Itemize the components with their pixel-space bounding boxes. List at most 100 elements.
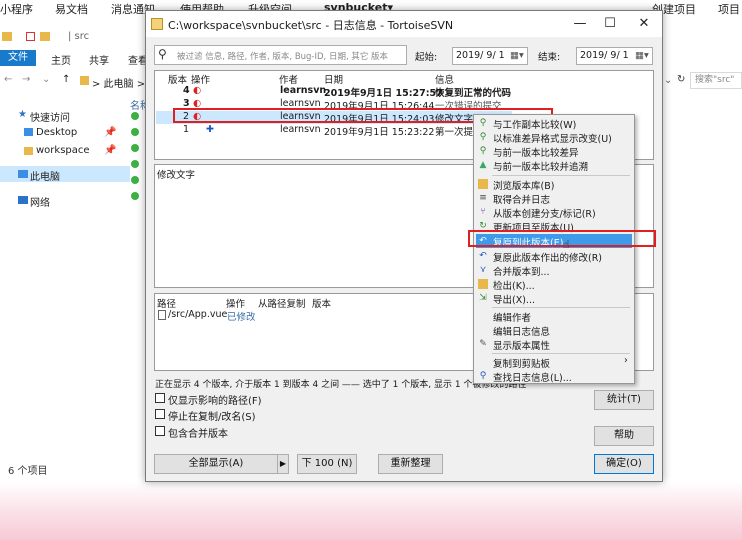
nav-quick-access[interactable]: 快速访问 xyxy=(30,109,70,124)
refresh-button[interactable]: 重新整理 xyxy=(378,454,443,474)
menu-compare-working-copy[interactable]: ⚲ 与工作副本比较(W) xyxy=(476,116,632,131)
svn-ok-icon xyxy=(131,128,139,136)
ribbon-tab-share[interactable]: 共享 xyxy=(89,52,109,67)
menu-copy-to-clipboard[interactable]: 复制到剪贴板 › xyxy=(476,355,632,370)
dialog-title: C:\workspace\svnbucket\src - 日志信息 - Tort… xyxy=(168,19,454,32)
explorer-path-hint: | src xyxy=(68,31,90,42)
export-icon: ⇲ xyxy=(479,293,487,303)
revision-number: 1 xyxy=(183,124,190,135)
repo-browser-icon xyxy=(478,179,488,189)
nav-workspace[interactable]: workspace xyxy=(36,145,90,156)
menu-separator xyxy=(492,175,630,176)
filter-input[interactable]: ⚲ 被过滤 信息, 路径, 作者, 版本, Bug-ID, 日期, 其它 版本 xyxy=(154,45,407,65)
col-header-path-action[interactable]: 操作 xyxy=(226,296,245,310)
revision-date: 2019年9月1日 15:27:57 xyxy=(324,88,443,99)
menu-show-unified-diff[interactable]: ⚲ 以标准差异格式显示改变(U) xyxy=(476,130,632,145)
from-date-picker[interactable]: 2019/ 9/ 1 ▦▾ xyxy=(452,47,528,65)
explorer-nav-pane: ★ 快速访问 Desktop 📌 workspace 📌 此电脑 网络 xyxy=(0,108,145,209)
menu-create-branch[interactable]: ⑂ 从版本创建分支/标记(R) xyxy=(476,205,632,220)
desktop-icon xyxy=(24,128,33,136)
properties-icon: ✎ xyxy=(479,339,487,349)
chevron-down-icon[interactable]: ⌄ xyxy=(42,74,50,85)
mini-program-link[interactable]: 小程序 xyxy=(0,1,33,17)
changed-action: 已修改 xyxy=(227,312,256,323)
nav-network[interactable]: 网络 xyxy=(30,194,50,209)
file-icon xyxy=(158,310,166,320)
network-icon xyxy=(18,196,28,204)
chevron-down-icon[interactable]: ⌄ xyxy=(664,75,672,86)
svn-ok-icon xyxy=(131,176,139,184)
col-header-date[interactable]: 日期 xyxy=(324,72,343,86)
svn-ok-icon xyxy=(131,160,139,168)
maximize-button[interactable]: ☐ xyxy=(596,13,624,35)
col-header-author[interactable]: 作者 xyxy=(279,72,298,86)
search-icon: ⚲ xyxy=(479,371,487,381)
forward-arrow-icon[interactable]: → xyxy=(22,74,30,85)
to-date-picker[interactable]: 2019/ 9/ 1 ▦▾ xyxy=(576,47,653,65)
ribbon-tab-file[interactable]: 文件 xyxy=(0,50,36,66)
menu-search-log[interactable]: ⚲ 查找日志信息(L)... xyxy=(476,369,632,384)
minimize-button[interactable]: — xyxy=(566,13,594,35)
statistics-button[interactable]: 统计(T) xyxy=(594,390,654,410)
revision-message: 恢复到正常的代码 xyxy=(435,88,512,99)
menu-revert-changes[interactable]: ↶ 复原此版本作出的修改(R) xyxy=(476,249,632,264)
menu-edit-author[interactable]: 编辑作者 xyxy=(476,309,632,324)
to-label: 结束: xyxy=(538,52,561,63)
menu-checkout[interactable]: 检出(K)... xyxy=(476,277,632,292)
include-merged-checkbox[interactable] xyxy=(155,426,165,436)
col-header-action[interactable]: 操作 xyxy=(191,72,210,86)
menu-export[interactable]: ⇲ 导出(X)... xyxy=(476,291,632,306)
menu-merge-revision[interactable]: ⋎ 合并版本到... xyxy=(476,263,632,278)
show-all-dropdown-button[interactable]: ▶ xyxy=(277,454,289,474)
nav-this-pc[interactable]: 此电脑 xyxy=(30,168,60,183)
col-header-message[interactable]: 信息 xyxy=(435,72,454,86)
explorer-search-input[interactable]: 搜索"src" xyxy=(690,72,742,89)
include-merged-label: 包含合并版本 xyxy=(168,429,228,440)
compare-prev-icon: ⚲ xyxy=(479,146,487,156)
stop-on-copy-checkbox[interactable] xyxy=(155,409,165,419)
back-arrow-icon[interactable]: ← xyxy=(4,74,12,85)
menu-edit-log-message[interactable]: 编辑日志信息 xyxy=(476,323,632,338)
col-header-copy-from[interactable]: 从路径复制 xyxy=(258,296,306,310)
svn-ok-icon xyxy=(131,144,139,152)
help-button[interactable]: 帮助 xyxy=(594,426,654,446)
revision-row[interactable]: 4 ◐ learnsvn 2019年9月1日 15:27:57 恢复到正常的代码 xyxy=(156,85,512,99)
folder-icon xyxy=(24,147,33,155)
next-100-button[interactable]: 下 100 (N) xyxy=(297,454,357,474)
nav-this-pc-row[interactable]: 此电脑 xyxy=(0,166,130,183)
calendar-icon[interactable]: ▦▾ xyxy=(510,50,524,61)
menu-show-properties[interactable]: ✎ 显示版本属性 xyxy=(476,337,632,352)
revision-row[interactable]: 1 ✚ learnsvn 2019年9月1日 15:23:22 第一次提交 xyxy=(156,124,512,138)
calendar-icon[interactable]: ▦▾ xyxy=(635,50,649,61)
dialog-titlebar: C:\workspace\svnbucket\src - 日志信息 - Tort… xyxy=(146,11,662,37)
explorer-address[interactable]: > 此电脑 > xyxy=(92,75,145,90)
changed-path-row[interactable]: /src/App.vue 已修改 xyxy=(156,309,276,323)
menu-item-highlight xyxy=(468,230,656,247)
checkout-icon xyxy=(478,279,488,289)
col-header-revision[interactable]: 版本 xyxy=(168,72,187,86)
close-button[interactable]: ✕ xyxy=(630,13,658,35)
ok-button[interactable]: 确定(O) xyxy=(594,454,654,474)
up-arrow-icon[interactable]: ↑ xyxy=(62,74,70,85)
refresh-icon[interactable]: ↻ xyxy=(677,74,685,85)
nav-desktop[interactable]: Desktop xyxy=(36,127,77,138)
show-all-button[interactable]: 全部显示(A) xyxy=(154,454,278,474)
menu-separator xyxy=(492,307,630,308)
ribbon-tab-home[interactable]: 主页 xyxy=(51,52,71,67)
docs-link[interactable]: 易文档 xyxy=(55,1,88,17)
menu-compare-previous[interactable]: ⚲ 与前一版本比较差异 xyxy=(476,144,632,159)
col-header-path-revision[interactable]: 版本 xyxy=(312,296,331,310)
menu-compare-blame[interactable]: ▲ 与前一版本比较并追溯 xyxy=(476,158,632,173)
checkbox-icon xyxy=(26,32,35,41)
projects-link[interactable]: 项目 xyxy=(718,1,740,17)
revert-changes-icon: ↶ xyxy=(479,251,487,261)
merge-icon: ⋎ xyxy=(479,265,487,275)
col-header-path[interactable]: 路径 xyxy=(157,296,176,310)
pin-icon: 📌 xyxy=(104,145,117,156)
menu-merge-log[interactable]: ≡ 取得合并日志 xyxy=(476,191,632,206)
folder-icon xyxy=(80,76,89,85)
revision-author: learnsvn xyxy=(280,85,327,96)
svn-ok-icon xyxy=(131,192,139,200)
show-affected-paths-checkbox[interactable] xyxy=(155,393,165,403)
menu-repo-browser[interactable]: 浏览版本库(B) xyxy=(476,177,632,192)
